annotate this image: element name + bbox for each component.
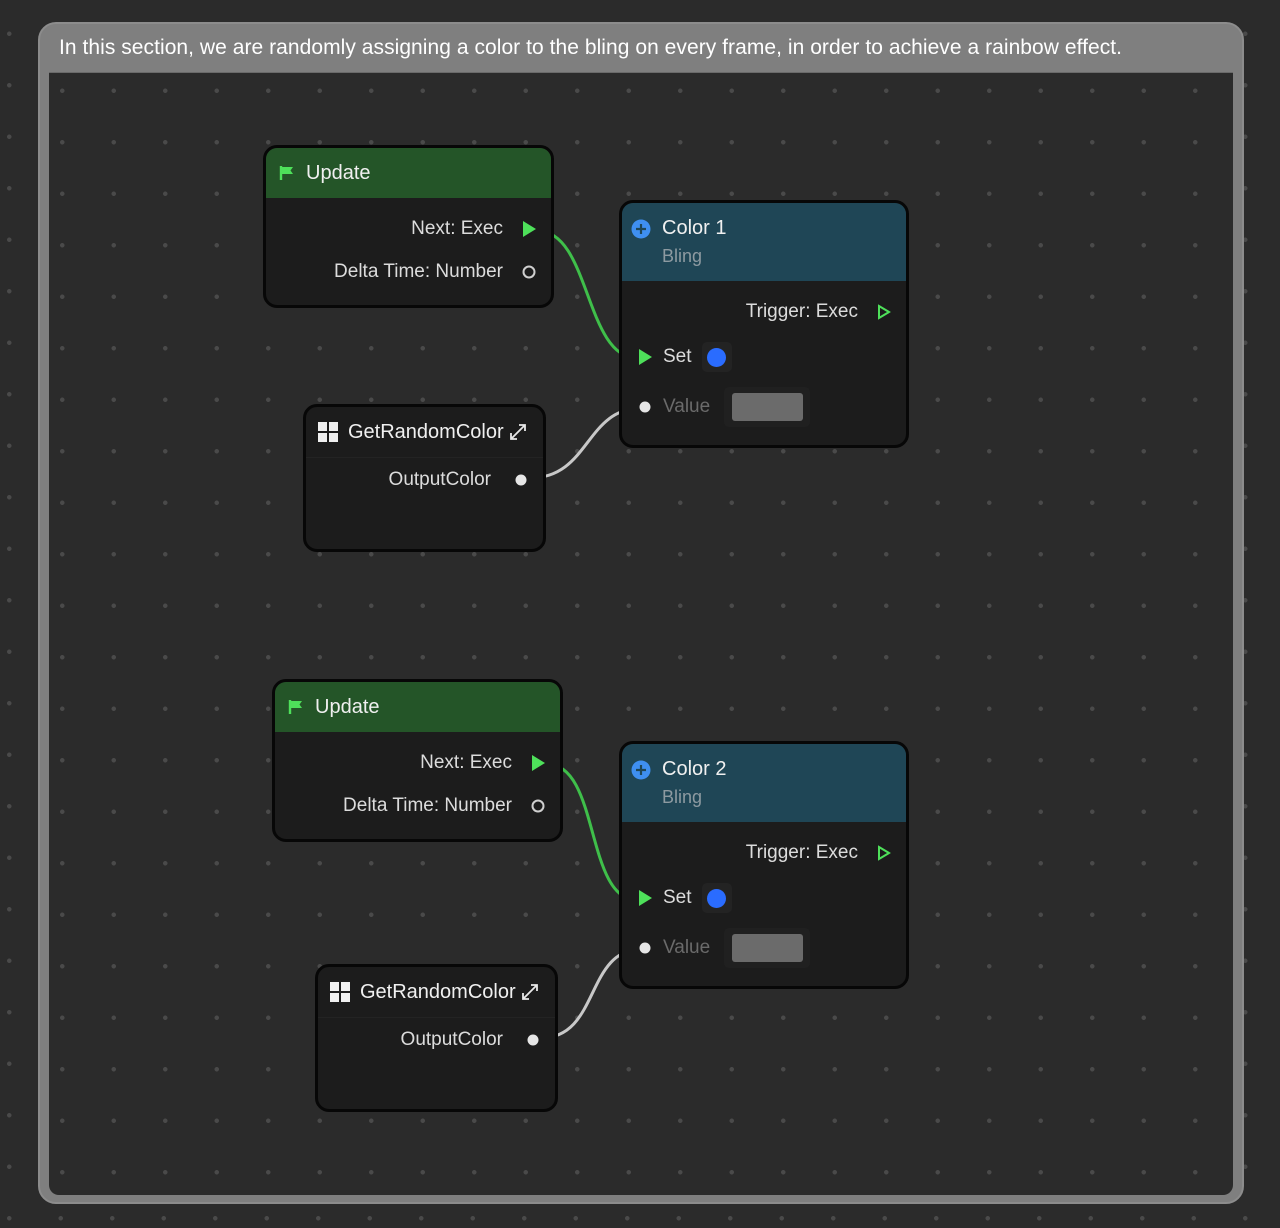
number-output-port-icon[interactable] bbox=[519, 262, 539, 282]
color-swatch bbox=[731, 393, 803, 421]
set-toggle[interactable] bbox=[701, 883, 732, 913]
exec-output-port-icon[interactable] bbox=[528, 753, 548, 773]
node-header[interactable]: Color 2 Bling bbox=[622, 744, 906, 822]
node-title: GetRandomColor bbox=[360, 980, 516, 1003]
exec-output-port-icon[interactable] bbox=[874, 302, 894, 322]
output-delta-time: Delta Time: Number bbox=[275, 795, 560, 817]
output-trigger-exec: Trigger: Exec bbox=[622, 301, 906, 323]
color-output-port-icon[interactable] bbox=[511, 470, 531, 490]
node-header[interactable]: GetRandomColor bbox=[306, 407, 543, 458]
node-title: Update bbox=[306, 161, 371, 184]
value-color-field[interactable] bbox=[724, 928, 811, 968]
port-label: Set bbox=[663, 346, 692, 367]
exec-output-port-icon[interactable] bbox=[874, 843, 894, 863]
node-subtitle: Bling bbox=[662, 787, 703, 807]
bling-node[interactable]: Color 2 Bling Trigger: Exec Set Value bbox=[619, 741, 909, 989]
plus-circle-icon bbox=[631, 219, 651, 239]
port-label: OutputColor bbox=[400, 1029, 503, 1050]
node-subtitle: Bling bbox=[662, 246, 703, 266]
port-label: Trigger: Exec bbox=[745, 301, 858, 322]
input-value: Value bbox=[622, 928, 906, 968]
node-header[interactable]: Update bbox=[266, 148, 551, 198]
node-title: Color 2 bbox=[662, 758, 727, 780]
graph-canvas[interactable]: In this section, we are randomly assigni… bbox=[0, 0, 1280, 1228]
color-swatch bbox=[731, 934, 803, 962]
plus-circle-icon bbox=[631, 760, 651, 780]
flag-icon bbox=[278, 164, 296, 182]
port-label: Delta Time: Number bbox=[334, 261, 503, 282]
port-label: Value bbox=[663, 937, 711, 958]
get-random-color-node[interactable]: GetRandomColor OutputColor bbox=[303, 404, 546, 552]
flag-icon bbox=[287, 698, 305, 716]
port-label: Set bbox=[663, 887, 692, 908]
update-node[interactable]: Update Next: Exec Delta Time: Number bbox=[272, 679, 563, 842]
number-output-port-icon[interactable] bbox=[528, 796, 548, 816]
output-next-exec: Next: Exec bbox=[275, 752, 560, 774]
port-label: Trigger: Exec bbox=[745, 842, 858, 863]
exec-input-port-icon[interactable] bbox=[635, 347, 655, 367]
node-title: Update bbox=[315, 695, 380, 718]
set-toggle[interactable] bbox=[701, 342, 732, 372]
set-indicator-icon bbox=[707, 347, 727, 367]
expand-icon[interactable] bbox=[520, 982, 540, 1002]
output-trigger-exec: Trigger: Exec bbox=[622, 842, 906, 864]
group-comment-text[interactable]: In this section, we are randomly assigni… bbox=[40, 24, 1242, 72]
exec-output-port-icon[interactable] bbox=[519, 219, 539, 239]
port-label: Next: Exec bbox=[420, 752, 512, 773]
grid-icon bbox=[318, 422, 338, 442]
port-label: OutputColor bbox=[388, 469, 491, 490]
input-set: Set bbox=[622, 883, 906, 913]
grid-icon bbox=[330, 982, 350, 1002]
set-indicator-icon bbox=[707, 888, 727, 908]
port-label: Value bbox=[663, 396, 711, 417]
color-output-port-icon[interactable] bbox=[523, 1030, 543, 1050]
port-label: Next: Exec bbox=[411, 218, 503, 239]
expand-icon[interactable] bbox=[508, 422, 528, 442]
color-input-port-icon[interactable] bbox=[635, 397, 655, 417]
node-header[interactable]: GetRandomColor bbox=[318, 967, 555, 1018]
output-delta-time: Delta Time: Number bbox=[266, 261, 551, 283]
bling-node[interactable]: Color 1 Bling Trigger: Exec Set Value bbox=[619, 200, 909, 448]
input-set: Set bbox=[622, 342, 906, 372]
output-next-exec: Next: Exec bbox=[266, 218, 551, 240]
input-value: Value bbox=[622, 387, 906, 427]
color-input-port-icon[interactable] bbox=[635, 938, 655, 958]
node-title: GetRandomColor bbox=[348, 420, 504, 443]
port-label: Delta Time: Number bbox=[343, 795, 512, 816]
get-random-color-node[interactable]: GetRandomColor OutputColor bbox=[315, 964, 558, 1112]
output-color: OutputColor bbox=[318, 1029, 555, 1051]
update-node[interactable]: Update Next: Exec Delta Time: Number bbox=[263, 145, 554, 308]
node-header[interactable]: Update bbox=[275, 682, 560, 732]
node-title: Color 1 bbox=[662, 217, 727, 239]
value-color-field[interactable] bbox=[724, 387, 811, 427]
output-color: OutputColor bbox=[306, 469, 543, 491]
node-header[interactable]: Color 1 Bling bbox=[622, 203, 906, 281]
exec-input-port-icon[interactable] bbox=[635, 888, 655, 908]
